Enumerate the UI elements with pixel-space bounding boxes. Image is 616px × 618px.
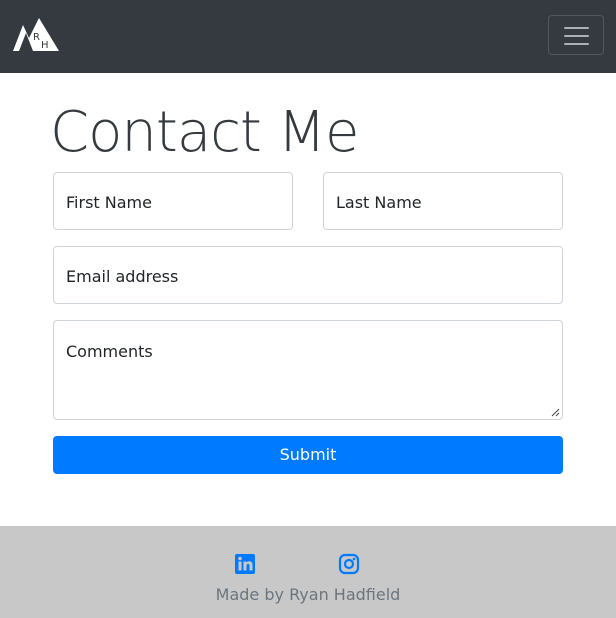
logo-letter-r: R <box>33 32 40 43</box>
footer-credit: Made by Ryan Hadfield <box>215 585 401 604</box>
mountain-logo-icon: R H <box>13 18 59 51</box>
instagram-link[interactable] <box>338 553 360 575</box>
comments-textarea[interactable]: Comments <box>53 320 563 420</box>
first-name-input[interactable]: First Name <box>53 172 293 230</box>
footer: Made by Ryan Hadfield <box>0 526 616 618</box>
menu-toggle-button[interactable] <box>548 15 604 55</box>
logo-letter-h: H <box>41 40 49 51</box>
email-input[interactable]: Email address <box>53 246 563 304</box>
first-name-placeholder: First Name <box>66 193 152 212</box>
email-placeholder: Email address <box>66 267 179 286</box>
logo[interactable]: R H <box>13 18 59 51</box>
resize-grip-icon[interactable] <box>550 407 560 417</box>
instagram-icon <box>338 553 360 575</box>
submit-button[interactable]: Submit <box>53 436 563 474</box>
navbar: R H <box>0 0 616 73</box>
linkedin-icon <box>235 554 255 574</box>
linkedin-link[interactable] <box>234 553 256 575</box>
last-name-input[interactable]: Last Name <box>323 172 563 230</box>
page-title: Contact Me <box>50 100 359 165</box>
last-name-placeholder: Last Name <box>336 193 422 212</box>
comments-placeholder: Comments <box>66 342 153 361</box>
